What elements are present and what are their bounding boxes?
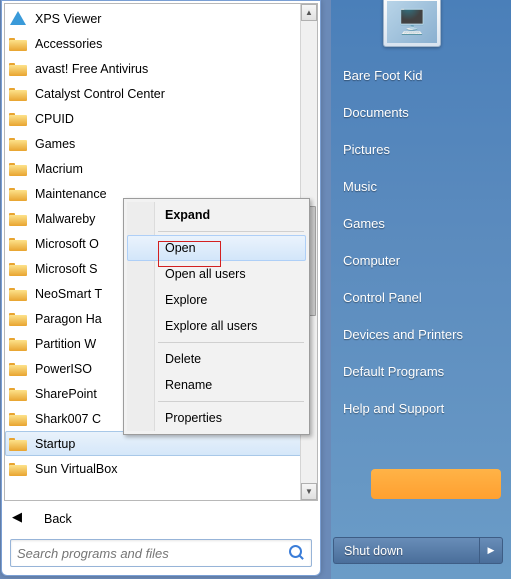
scroll-up-button[interactable]: ▲ [301,4,317,21]
program-item[interactable]: XPS Viewer [5,6,317,31]
folder-icon [9,186,27,201]
program-label: Malwareby [35,212,95,226]
context-explore[interactable]: Explore [127,287,306,313]
search-box[interactable] [10,539,312,567]
scroll-down-button[interactable]: ▼ [301,483,317,500]
program-label: Macrium [35,162,83,176]
context-open[interactable]: Open [127,235,306,261]
folder-icon [9,336,27,351]
context-expand[interactable]: Expand [127,202,306,228]
control-panel-link[interactable]: Control Panel [333,282,503,313]
folder-icon [9,236,27,251]
user-folder-link[interactable]: Bare Foot Kid [333,60,503,91]
folder-icon [9,161,27,176]
program-label: Accessories [35,37,102,51]
search-input[interactable] [17,546,289,561]
back-button[interactable]: Back [2,503,320,535]
program-item[interactable]: Catalyst Control Center [5,81,317,106]
shutdown-options-button[interactable]: ▶ [479,537,503,564]
program-label: Games [35,137,75,151]
context-separator [158,342,304,343]
context-rename[interactable]: Rename [127,372,306,398]
program-label: Paragon Ha [35,312,102,326]
folder-icon [9,411,27,426]
folder-icon [9,61,27,76]
context-menu: Expand Open Open all users Explore Explo… [123,198,310,435]
folder-icon [9,136,27,151]
chevron-right-icon: ▶ [488,545,495,556]
back-arrow-icon [12,511,28,527]
context-separator [158,401,304,402]
documents-link[interactable]: Documents [333,97,503,128]
folder-icon [9,36,27,51]
shutdown-button[interactable]: Shut down [333,537,479,564]
computer-link[interactable]: Computer [333,245,503,276]
folder-icon [9,386,27,401]
program-item[interactable]: Sun VirtualBox [5,456,317,481]
program-label: NeoSmart T [35,287,102,301]
program-item[interactable]: Accessories [5,31,317,56]
folder-icon [9,111,27,126]
program-label: Startup [35,437,75,451]
folder-icon [9,461,27,476]
devices-printers-link[interactable]: Devices and Printers [333,319,503,350]
program-label: Partition W [35,337,96,351]
program-label: Catalyst Control Center [35,87,165,101]
program-label: SharePoint [35,387,97,401]
default-programs-link[interactable]: Default Programs [333,356,503,387]
user-avatar-frame[interactable]: 🖥️ [383,0,441,47]
context-open-all-users[interactable]: Open all users [127,261,306,287]
user-avatar-icon: 🖥️ [387,1,437,43]
program-label: Microsoft S [35,262,98,276]
program-label: CPUID [35,112,74,126]
search-icon [289,545,305,561]
back-label: Back [44,512,72,526]
folder-icon [9,211,27,226]
games-link[interactable]: Games [333,208,503,239]
folder-icon [9,86,27,101]
program-label: Microsoft O [35,237,99,251]
help-support-link[interactable]: Help and Support [333,393,503,424]
context-explore-all-users[interactable]: Explore all users [127,313,306,339]
folder-icon [9,286,27,301]
program-item[interactable]: avast! Free Antivirus [5,56,317,81]
program-label: XPS Viewer [35,12,101,26]
music-link[interactable]: Music [333,171,503,202]
folder-icon [9,436,27,451]
pictures-link[interactable]: Pictures [333,134,503,165]
program-item[interactable]: Games [5,131,317,156]
program-label: Shark007 C [35,412,101,426]
xps-program-icon [9,11,27,26]
program-label: Maintenance [35,187,107,201]
start-menu-right-pane: 🖥️ Bare Foot Kid Documents Pictures Musi… [325,0,511,576]
folder-icon [9,361,27,376]
program-item[interactable]: CPUID [5,106,317,131]
context-separator [158,231,304,232]
folder-icon [9,311,27,326]
folder-icon [9,261,27,276]
program-label: avast! Free Antivirus [35,62,148,76]
program-label: Sun VirtualBox [35,462,117,476]
program-label: PowerISO [35,362,92,376]
program-item[interactable]: Macrium [5,156,317,181]
context-delete[interactable]: Delete [127,346,306,372]
context-properties[interactable]: Properties [127,405,306,431]
